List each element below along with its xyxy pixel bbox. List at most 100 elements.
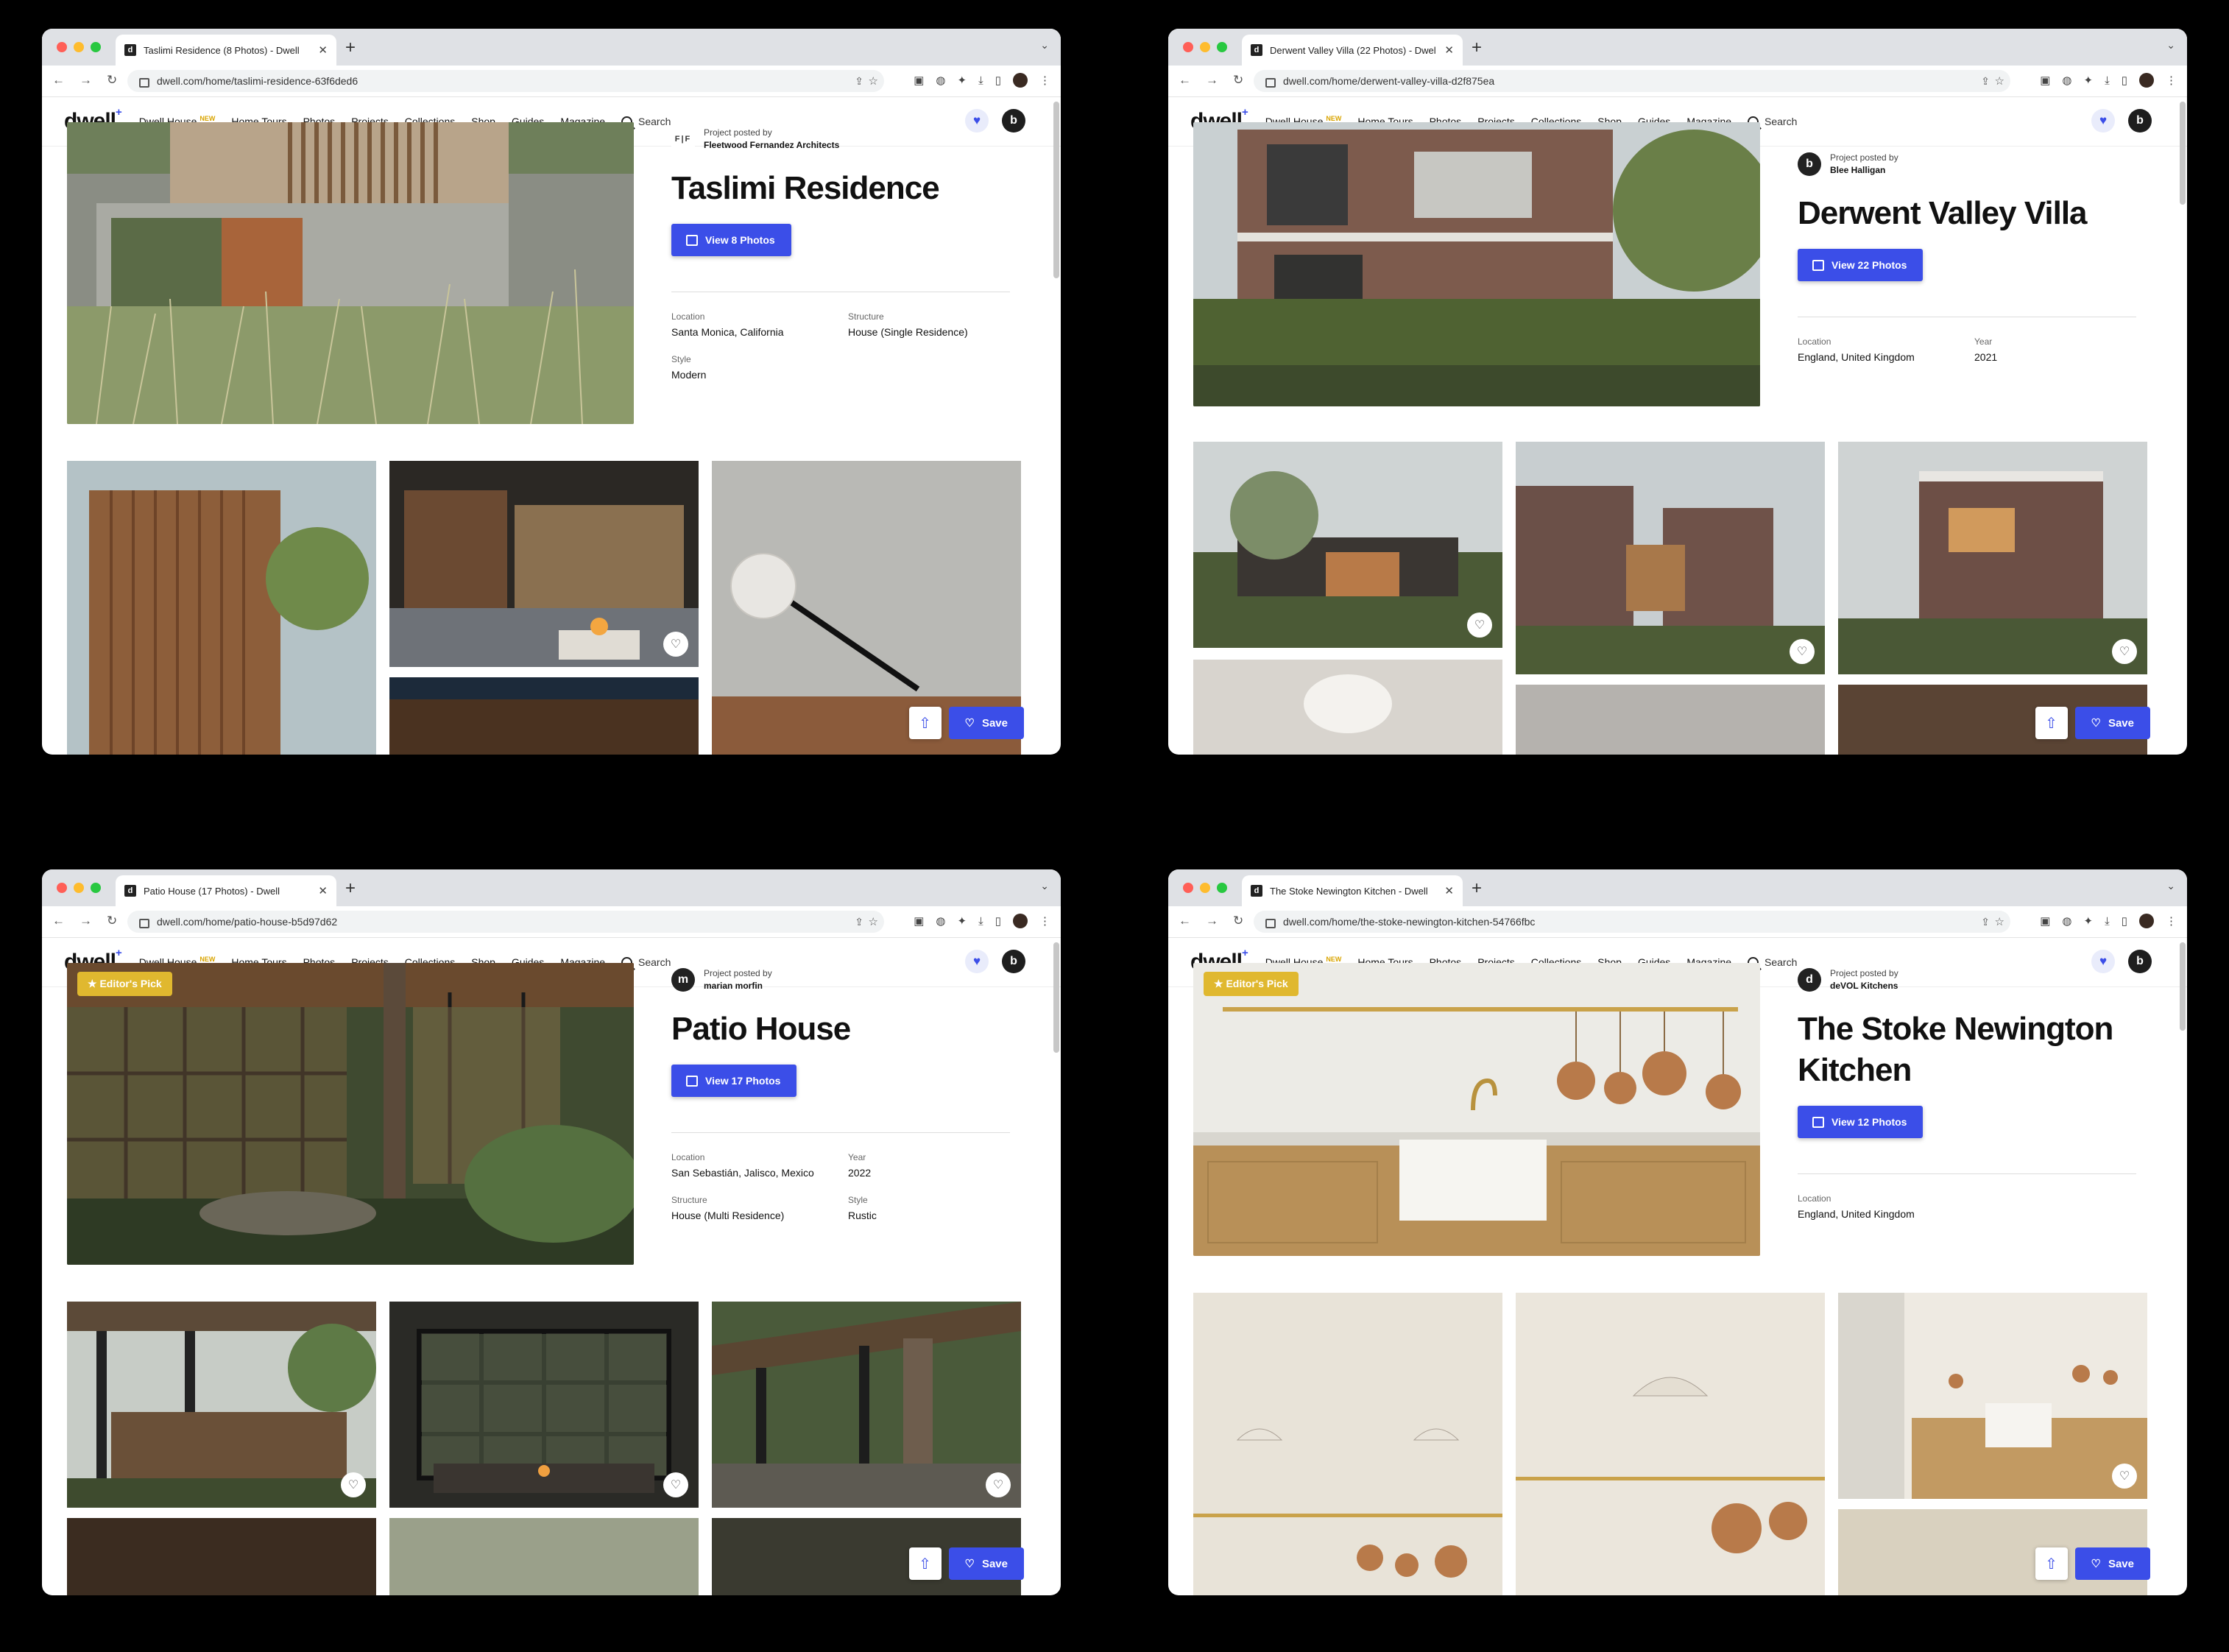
url-field[interactable]: dwell.com/home/the-stoke-newington-kitch…: [1254, 911, 2010, 933]
poster[interactable]: b Project posted by Blee Halligan: [1798, 152, 2136, 177]
browser-tab[interactable]: d Patio House (17 Photos) - Dwell ✕: [116, 875, 336, 906]
reload-icon[interactable]: ↻: [1233, 73, 1243, 88]
sidebar-icon[interactable]: ▯: [2122, 914, 2127, 928]
gallery-photo[interactable]: [1193, 660, 1502, 755]
extension-globe-icon[interactable]: ◍: [2062, 914, 2071, 928]
extension-m-icon[interactable]: ▣: [914, 74, 924, 87]
gallery-photo[interactable]: [1516, 1293, 1825, 1595]
hero-photo[interactable]: [67, 122, 634, 424]
tab-search-icon[interactable]: ⌄: [2166, 39, 2175, 52]
reload-icon[interactable]: ↻: [107, 73, 117, 88]
close-tab-icon[interactable]: ✕: [1444, 43, 1454, 57]
heart-icon[interactable]: ♡: [341, 1472, 366, 1497]
scrollbar[interactable]: [2180, 102, 2186, 205]
heart-icon[interactable]: ♡: [663, 1472, 688, 1497]
forward-icon[interactable]: →: [80, 914, 92, 928]
extension-m-icon[interactable]: ▣: [2040, 914, 2050, 928]
bookmark-star-icon[interactable]: ☆: [869, 915, 878, 928]
tab-search-icon[interactable]: ⌄: [1040, 880, 1049, 892]
new-tab-icon[interactable]: +: [345, 878, 356, 899]
save-button[interactable]: ♡ Save: [948, 1547, 1024, 1580]
browser-menu-icon[interactable]: ⋮: [1039, 914, 1050, 928]
window-controls[interactable]: [1183, 883, 1227, 893]
tab-search-icon[interactable]: ⌄: [1040, 39, 1049, 52]
share-page-icon[interactable]: ⇪: [855, 916, 863, 928]
heart-icon[interactable]: ♡: [986, 1472, 1011, 1497]
extensions-puzzle-icon[interactable]: ✦: [958, 914, 967, 928]
heart-icon[interactable]: ♡: [1790, 639, 1815, 664]
scrollbar[interactable]: [1053, 102, 1059, 278]
bookmark-star-icon[interactable]: ☆: [1995, 915, 2004, 928]
window-controls[interactable]: [57, 883, 101, 893]
gallery-photo[interactable]: [389, 1518, 699, 1595]
sidebar-icon[interactable]: ▯: [995, 914, 1001, 928]
share-icon[interactable]: ⇧: [2035, 707, 2068, 739]
download-icon[interactable]: ⤓: [978, 74, 983, 87]
bookmark-star-icon[interactable]: ☆: [869, 74, 878, 88]
forward-icon[interactable]: →: [1206, 914, 1218, 928]
new-tab-icon[interactable]: +: [345, 38, 356, 58]
close-tab-icon[interactable]: ✕: [318, 43, 328, 57]
hero-photo[interactable]: [1193, 122, 1760, 406]
scrollbar[interactable]: [1053, 942, 1059, 1053]
tab-search-icon[interactable]: ⌄: [2166, 880, 2175, 892]
back-icon[interactable]: ←: [52, 914, 65, 928]
gallery-photo[interactable]: ♡: [1516, 442, 1825, 674]
extension-globe-icon[interactable]: ◍: [936, 914, 945, 928]
view-photos-button[interactable]: View 8 Photos: [671, 224, 791, 256]
back-icon[interactable]: ←: [52, 73, 65, 88]
poster[interactable]: d Project posted by deVOL Kitchens: [1798, 967, 2136, 992]
save-button[interactable]: ♡ Save: [2074, 707, 2150, 739]
gallery-photo[interactable]: ♡: [389, 1302, 699, 1508]
heart-icon[interactable]: ♡: [2112, 639, 2137, 664]
hero-photo[interactable]: ★ Editor's Pick: [67, 963, 634, 1265]
download-icon[interactable]: ⤓: [2105, 74, 2110, 87]
browser-tab[interactable]: d The Stoke Newington Kitchen - Dwell ✕: [1242, 875, 1463, 906]
gallery-photo[interactable]: [67, 1518, 376, 1595]
save-button[interactable]: ♡ Save: [2074, 1547, 2150, 1580]
share-page-icon[interactable]: ⇪: [1981, 916, 1990, 928]
gallery-photo[interactable]: ♡: [67, 1302, 376, 1508]
profile-avatar[interactable]: [2139, 73, 2154, 88]
gallery-photo[interactable]: [1193, 1293, 1502, 1595]
download-icon[interactable]: ⤓: [978, 915, 983, 928]
browser-menu-icon[interactable]: ⋮: [2166, 74, 2177, 87]
poster[interactable]: F|F Project posted by Fleetwood Fernandez…: [671, 127, 1010, 152]
heart-icon[interactable]: ♡: [2112, 1464, 2137, 1489]
close-tab-icon[interactable]: ✕: [318, 884, 328, 897]
share-page-icon[interactable]: ⇪: [855, 75, 863, 88]
heart-icon[interactable]: ♡: [663, 632, 688, 657]
share-icon[interactable]: ⇧: [908, 1547, 942, 1580]
forward-icon[interactable]: →: [1206, 73, 1218, 88]
extensions-puzzle-icon[interactable]: ✦: [2084, 74, 2094, 87]
extension-m-icon[interactable]: ▣: [914, 914, 924, 928]
gallery-photo[interactable]: ♡: [1193, 442, 1502, 648]
url-field[interactable]: dwell.com/home/taslimi-residence-63f6ded…: [127, 70, 884, 92]
share-page-icon[interactable]: ⇪: [1981, 75, 1990, 88]
profile-avatar[interactable]: [1013, 914, 1028, 928]
gallery-photo[interactable]: ♡: [389, 461, 699, 667]
gallery-photo[interactable]: ♡: [1838, 1293, 2147, 1499]
bookmark-star-icon[interactable]: ☆: [1995, 74, 2004, 88]
url-field[interactable]: dwell.com/home/patio-house-b5d97d62 ⇪ ☆: [127, 911, 884, 933]
new-tab-icon[interactable]: +: [1472, 38, 1482, 58]
heart-icon[interactable]: ♡: [1467, 613, 1492, 638]
share-icon[interactable]: ⇧: [908, 707, 942, 739]
gallery-photo[interactable]: [389, 677, 699, 755]
browser-menu-icon[interactable]: ⋮: [1039, 74, 1050, 87]
download-icon[interactable]: ⤓: [2105, 915, 2110, 928]
extensions-puzzle-icon[interactable]: ✦: [2084, 914, 2094, 928]
reload-icon[interactable]: ↻: [107, 914, 117, 928]
browser-menu-icon[interactable]: ⋮: [2166, 914, 2177, 928]
gallery-photo[interactable]: [1516, 685, 1825, 755]
view-photos-button[interactable]: View 12 Photos: [1798, 1106, 1924, 1138]
extension-globe-icon[interactable]: ◍: [2062, 74, 2071, 87]
forward-icon[interactable]: →: [80, 73, 92, 88]
hero-photo[interactable]: ★ Editor's Pick: [1193, 963, 1760, 1256]
extensions-puzzle-icon[interactable]: ✦: [958, 74, 967, 87]
back-icon[interactable]: ←: [1179, 73, 1191, 88]
sidebar-icon[interactable]: ▯: [995, 74, 1001, 87]
window-controls[interactable]: [1183, 42, 1227, 52]
new-tab-icon[interactable]: +: [1472, 878, 1482, 899]
profile-avatar[interactable]: [2139, 914, 2154, 928]
